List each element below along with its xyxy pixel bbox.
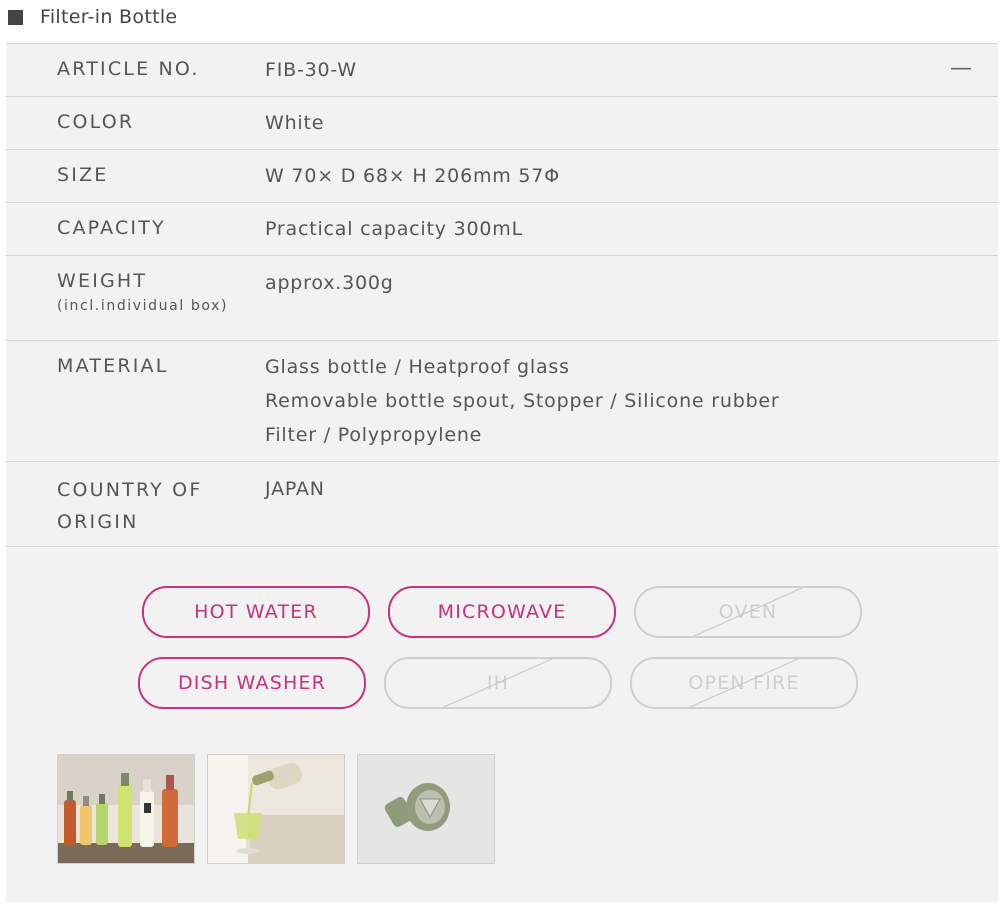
origin-label-line: COUNTRY OF <box>57 479 203 501</box>
spec-row-size: SIZE W 70× D 68× H 206mm 57Φ <box>6 150 998 203</box>
badge-ih: IH <box>384 657 612 709</box>
section-title: Filter-in Bottle <box>40 6 178 28</box>
material-line: Filter / Polypropylene <box>265 424 483 446</box>
spec-row-weight: WEIGHT (incl.individual box) approx.300g <box>6 256 998 341</box>
badge-microwave: MICROWAVE <box>388 586 616 638</box>
spec-value: JAPAN <box>265 478 325 500</box>
material-line: Glass bottle / Heatproof glass <box>265 356 570 378</box>
spec-row-material: MATERIAL Glass bottle / Heatproof glass … <box>6 341 998 462</box>
usage-badges: HOT WATER MICROWAVE OVEN DISH WASHER IH … <box>6 586 998 726</box>
thumbnail-pouring-image[interactable] <box>207 754 345 864</box>
spec-label-sub: (incl.individual box) <box>57 298 229 314</box>
badge-dish-washer: DISH WASHER <box>138 657 366 709</box>
spec-row-capacity: CAPACITY Practical capacity 300mL <box>6 203 998 256</box>
material-line: Removable bottle spout, Stopper / Silico… <box>265 390 780 412</box>
spec-label: MATERIAL <box>57 355 169 377</box>
spec-value: White <box>265 112 325 134</box>
badge-oven: OVEN <box>634 586 862 638</box>
thumbnail-bottles-image[interactable] <box>57 754 195 864</box>
strike-icon <box>442 659 554 707</box>
section-marker-icon <box>8 10 23 25</box>
spec-label: COUNTRY OF ORIGIN <box>57 474 202 538</box>
strike-icon <box>692 588 804 636</box>
spec-value: FIB-30-W <box>265 59 357 81</box>
badge-label: HOT WATER <box>194 601 318 623</box>
badge-label: MICROWAVE <box>437 601 567 623</box>
spec-value: W 70× D 68× H 206mm 57Φ <box>265 165 560 187</box>
spec-label: WEIGHT (incl.individual box) <box>57 270 228 316</box>
origin-label-line: ORIGIN <box>57 511 139 533</box>
spec-row-color: COLOR White <box>6 97 998 150</box>
spec-value: Practical capacity 300mL <box>265 218 523 240</box>
spec-label-main: WEIGHT <box>57 270 148 292</box>
badge-open-fire: OPEN FIRE <box>630 657 858 709</box>
spec-row-origin: COUNTRY OF ORIGIN JAPAN <box>6 462 998 547</box>
spec-label: CAPACITY <box>57 217 166 239</box>
thumbnail-filter-image[interactable] <box>357 754 495 864</box>
spec-row-article: ARTICLE NO. FIB-30-W — <box>6 44 998 97</box>
section-header: Filter-in Bottle <box>0 0 1000 36</box>
spec-label: COLOR <box>57 111 135 133</box>
spec-label: SIZE <box>57 164 109 186</box>
badge-label: DISH WASHER <box>177 672 327 694</box>
collapse-toggle[interactable]: — <box>950 56 972 81</box>
spec-label: ARTICLE NO. <box>57 58 200 80</box>
badge-hot-water: HOT WATER <box>142 586 370 638</box>
spec-value: Glass bottle / Heatproof glass Removable… <box>265 350 780 452</box>
spec-panel: ARTICLE NO. FIB-30-W — COLOR White SIZE … <box>6 43 998 902</box>
spec-value: approx.300g <box>265 272 394 294</box>
